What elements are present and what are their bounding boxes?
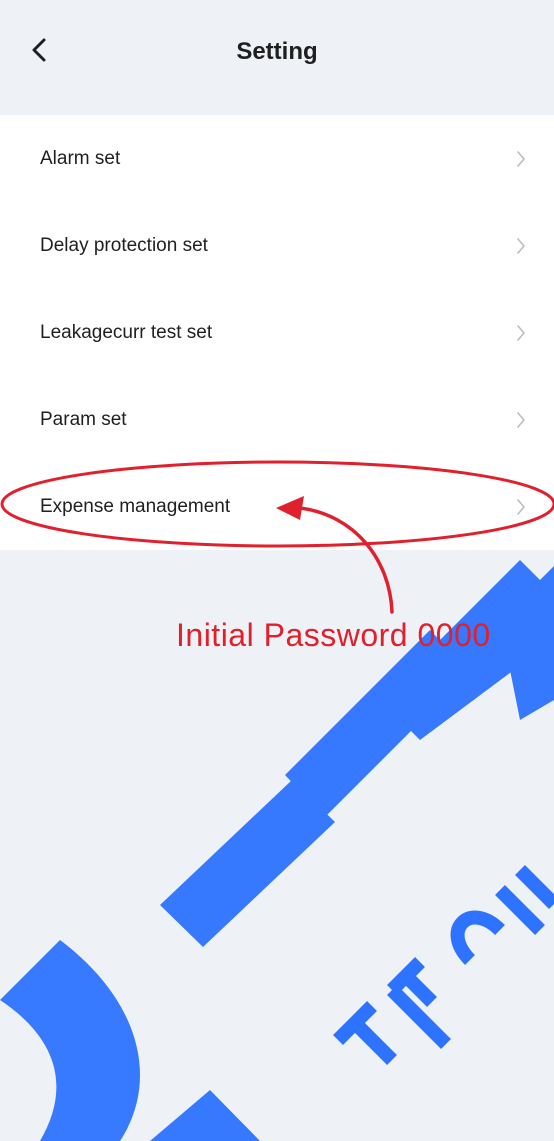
chevron-right-icon [517, 151, 525, 167]
settings-item-label: Delay protection set [40, 235, 208, 256]
settings-item-leakagecurr-test-set[interactable]: Leakagecurr test set [0, 289, 554, 376]
annotation-password-text: Initial Password 0000 [176, 617, 491, 653]
settings-item-alarm-set[interactable]: Alarm set [0, 115, 554, 202]
chevron-right-icon [517, 412, 525, 428]
settings-item-label: Leakagecurr test set [40, 322, 213, 343]
page-title: Setting [236, 38, 318, 65]
settings-item-label: Expense management [40, 496, 231, 517]
settings-item-label: Alarm set [40, 148, 121, 169]
settings-list: Alarm set Delay protection set Leakagecu… [0, 115, 554, 550]
settings-item-expense-management[interactable]: Expense management [0, 463, 554, 550]
settings-item-label: Param set [40, 409, 127, 430]
settings-item-delay-protection-set[interactable]: Delay protection set [0, 202, 554, 289]
header-bar: Setting [0, 0, 554, 112]
chevron-right-icon [517, 325, 525, 341]
settings-item-param-set[interactable]: Param set [0, 376, 554, 463]
chevron-right-icon [517, 499, 525, 515]
chevron-right-icon [517, 238, 525, 254]
